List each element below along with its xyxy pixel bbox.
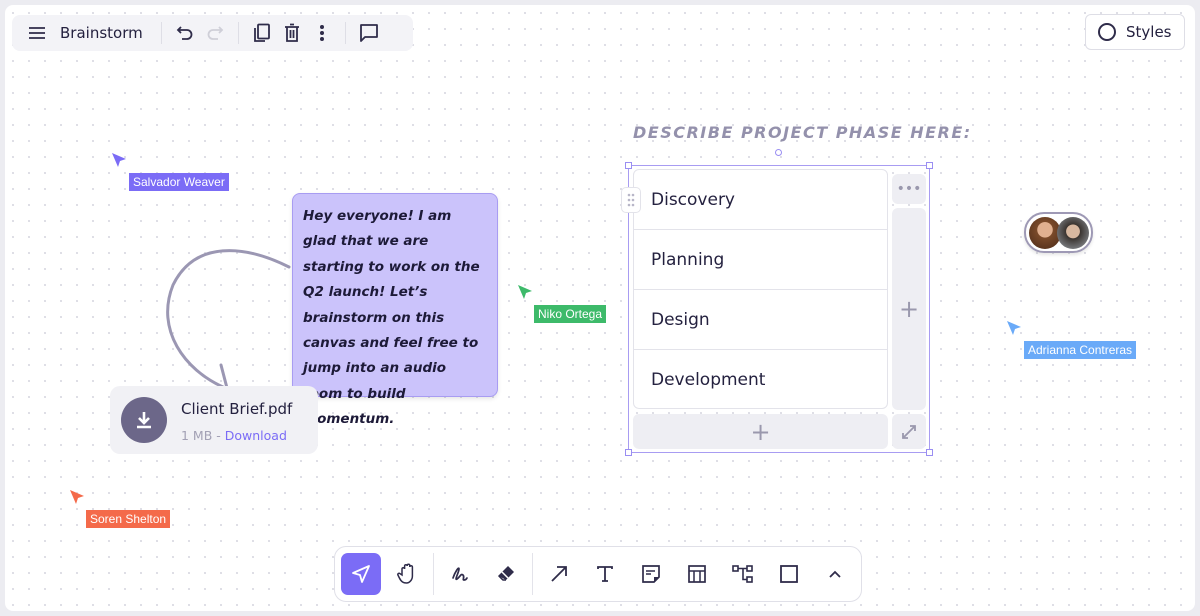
file-size: 1 MB - bbox=[181, 428, 221, 443]
list-item[interactable]: Planning bbox=[634, 230, 887, 290]
table-tool[interactable] bbox=[677, 553, 717, 595]
pen-tool[interactable] bbox=[440, 553, 480, 595]
avatar[interactable] bbox=[1057, 217, 1089, 249]
arrow-icon bbox=[551, 566, 567, 582]
list-item[interactable]: Design bbox=[634, 290, 887, 350]
resize-handle[interactable] bbox=[926, 449, 933, 456]
plus-icon: + bbox=[750, 417, 771, 446]
redo-icon[interactable] bbox=[200, 18, 230, 48]
resize-handle[interactable] bbox=[625, 162, 632, 169]
top-toolbar: Brainstorm bbox=[12, 15, 413, 51]
eraser-tool[interactable] bbox=[486, 553, 526, 595]
eraser-icon bbox=[498, 566, 514, 581]
hand-tool[interactable] bbox=[387, 553, 427, 595]
rotate-handle[interactable] bbox=[775, 149, 782, 156]
download-icon[interactable] bbox=[121, 397, 167, 443]
select-icon bbox=[352, 565, 370, 583]
pen-icon bbox=[452, 567, 468, 581]
list-item[interactable]: Development bbox=[634, 350, 887, 410]
cursor-label-salvador: Salvador Weaver bbox=[129, 173, 229, 191]
chevron-up-icon bbox=[829, 570, 841, 578]
cursor-arrow-icon bbox=[70, 490, 84, 504]
comment-icon[interactable] bbox=[354, 18, 384, 48]
more-horizontal-icon: ••• bbox=[896, 181, 922, 197]
drag-handle-icon[interactable] bbox=[621, 187, 641, 213]
divider bbox=[160, 22, 162, 44]
file-name: Client Brief.pdf bbox=[181, 400, 293, 418]
select-tool[interactable] bbox=[341, 553, 382, 595]
arrow-tool[interactable] bbox=[539, 553, 579, 595]
cursor-label-adrianna: Adrianna Contreras bbox=[1024, 341, 1137, 359]
divider bbox=[433, 553, 434, 595]
sticky-note-icon bbox=[642, 565, 660, 583]
copy-icon[interactable] bbox=[247, 18, 277, 48]
connector-arrow[interactable] bbox=[155, 235, 295, 395]
table-icon bbox=[688, 565, 706, 583]
sticky-note-tool[interactable] bbox=[631, 553, 671, 595]
styles-button[interactable]: Styles bbox=[1085, 14, 1185, 50]
add-row-button[interactable]: + bbox=[633, 414, 888, 449]
divider bbox=[237, 22, 239, 44]
rectangle-tool[interactable] bbox=[769, 553, 809, 595]
resize-handle[interactable] bbox=[625, 449, 632, 456]
cursor-arrow-icon bbox=[1007, 321, 1021, 335]
cursor-arrow-icon bbox=[112, 153, 126, 167]
board-title[interactable]: Brainstorm bbox=[60, 24, 143, 42]
cursor-arrow-icon bbox=[518, 285, 532, 299]
diagram-tool[interactable] bbox=[723, 553, 763, 595]
phase-list: Discovery Planning Design Development bbox=[633, 169, 888, 409]
more-options-button[interactable]: ••• bbox=[892, 174, 926, 204]
expand-button[interactable] bbox=[892, 414, 926, 449]
text-tool[interactable] bbox=[585, 553, 625, 595]
divider bbox=[532, 553, 533, 595]
divider bbox=[344, 22, 346, 44]
text-icon bbox=[597, 566, 613, 582]
circle-icon bbox=[1098, 23, 1116, 41]
download-link[interactable]: Download bbox=[225, 428, 287, 443]
cursor-label-soren: Soren Shelton bbox=[86, 510, 171, 528]
cursor-label-niko: Niko Ortega bbox=[534, 305, 607, 323]
diagram-icon bbox=[732, 565, 753, 583]
file-card[interactable]: Client Brief.pdf 1 MB - Download bbox=[110, 386, 318, 454]
expand-icon bbox=[902, 424, 916, 439]
add-column-button[interactable]: + bbox=[892, 208, 926, 410]
collaborator-avatars[interactable] bbox=[1024, 212, 1093, 253]
phase-title[interactable]: DESCRIBE PROJECT PHASE HERE: bbox=[633, 123, 972, 142]
plus-icon: + bbox=[898, 295, 920, 323]
undo-icon[interactable] bbox=[170, 18, 200, 48]
sticky-note[interactable]: Hey everyone! I am glad that we are star… bbox=[292, 193, 498, 427]
more-vertical-icon[interactable] bbox=[307, 18, 337, 48]
bottom-toolbar bbox=[334, 546, 862, 602]
trash-icon[interactable] bbox=[277, 18, 307, 48]
list-item[interactable]: Discovery bbox=[634, 170, 887, 230]
whiteboard-canvas[interactable]: Brainstorm Styles Salvador Weaver Niko O… bbox=[5, 5, 1195, 611]
styles-label: Styles bbox=[1126, 23, 1172, 41]
rectangle-icon bbox=[780, 565, 798, 583]
resize-handle[interactable] bbox=[926, 162, 933, 169]
hand-icon bbox=[397, 563, 414, 584]
menu-icon[interactable] bbox=[22, 18, 52, 48]
more-tools-button[interactable] bbox=[815, 553, 855, 595]
